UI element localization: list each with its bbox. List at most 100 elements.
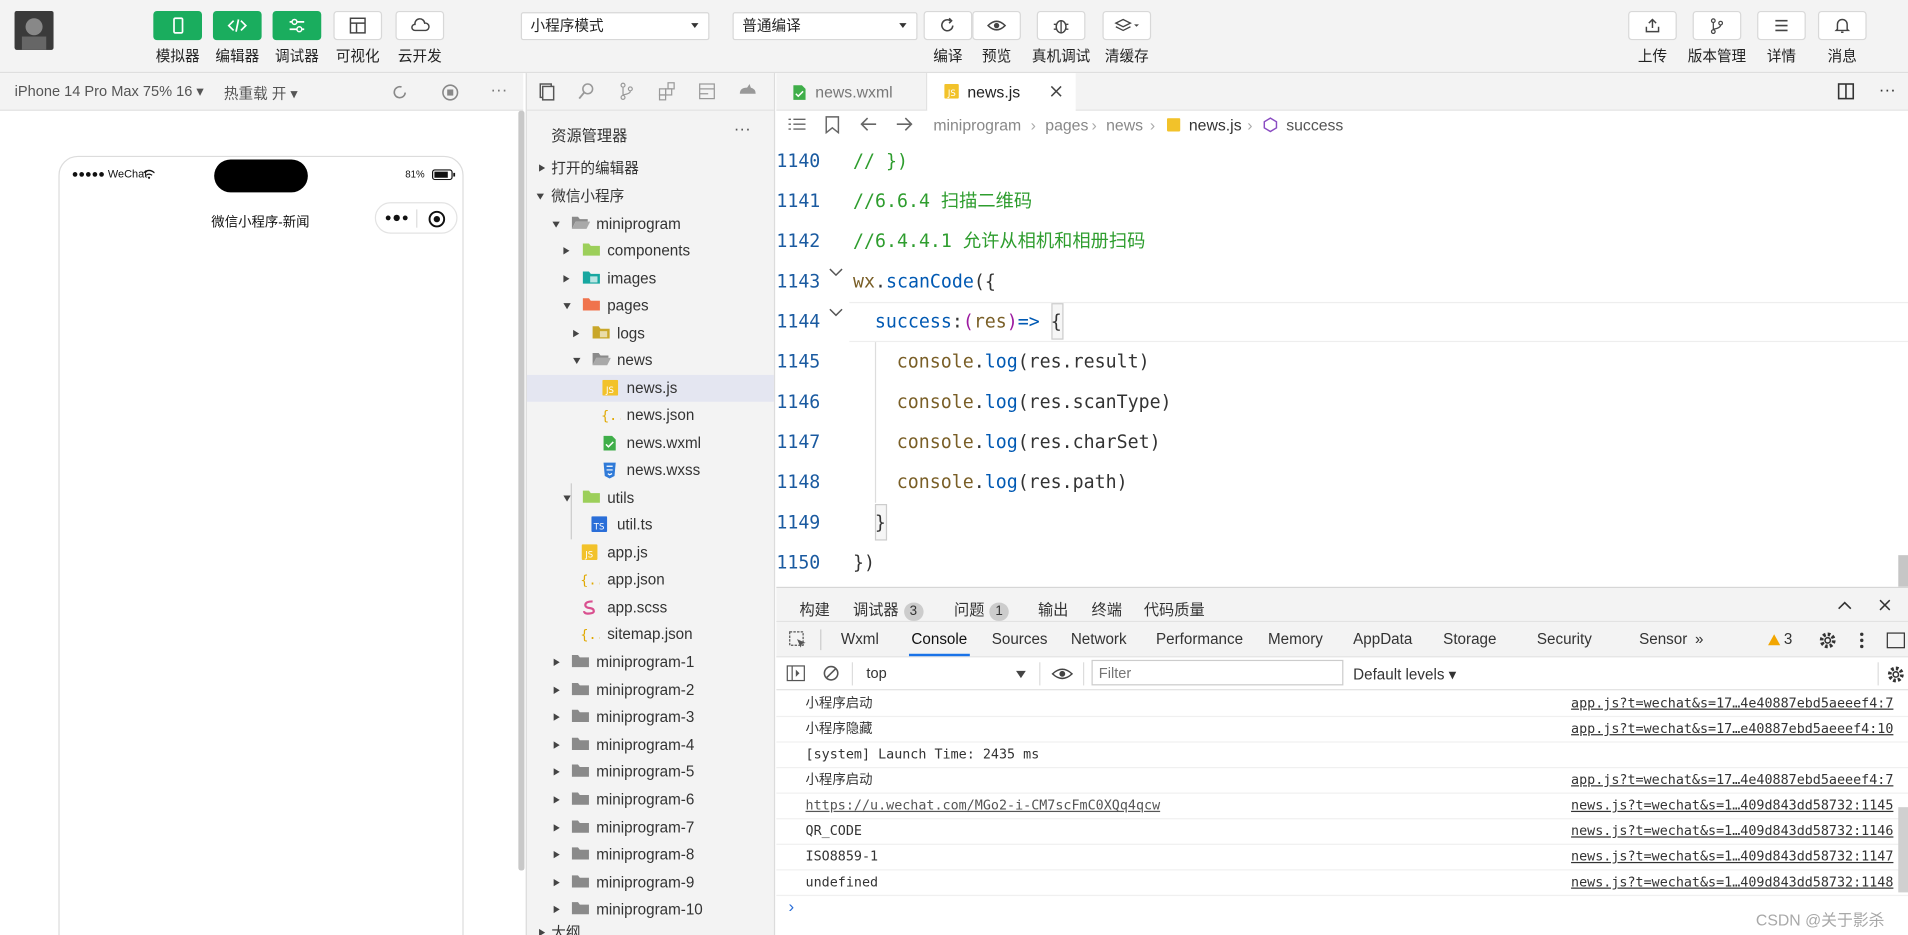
tree-folder-miniprogram-2[interactable]: miniprogram-2 — [527, 676, 774, 703]
undock-icon[interactable] — [1886, 632, 1905, 649]
tree-file-app-js[interactable]: JS app.js — [527, 539, 774, 566]
code-line[interactable]: 1142 //6.4.4.1 允许从相机和相册扫码 — [776, 222, 1908, 262]
console-scrollbar[interactable] — [1898, 807, 1908, 893]
devtools-tab-console[interactable]: Console — [908, 631, 970, 657]
devtools-tab-appdata[interactable]: AppData — [1353, 631, 1412, 648]
close-icon[interactable] — [1879, 599, 1891, 611]
devtools-tab-[interactable]: » — [1695, 631, 1703, 648]
console-source-link[interactable]: app.js?t=wechat&s=17…e40887ebd5aeeef4:10 — [1571, 717, 1893, 741]
kebab-menu-icon[interactable] — [1859, 631, 1864, 650]
fold-chevron-icon[interactable] — [829, 268, 844, 278]
section-open-editors[interactable]: 打开的编辑器 — [527, 155, 774, 182]
tab-news-wxml[interactable]: news.wxml — [776, 73, 928, 111]
inspect-icon[interactable] — [789, 631, 808, 650]
panel-tab-output[interactable]: 输出 — [1038, 597, 1068, 620]
devtools-tab-sources[interactable]: Sources — [992, 631, 1048, 648]
template-icon[interactable] — [697, 82, 716, 101]
compile-mode-select[interactable]: 普通编译 — [732, 12, 918, 41]
chevron-right-icon[interactable] — [553, 658, 560, 666]
context-select[interactable]: top — [859, 660, 1032, 687]
breadcrumb-item[interactable]: news.js — [1189, 116, 1242, 134]
arrow-forward-icon[interactable] — [896, 117, 913, 132]
console-filter-input[interactable] — [1091, 659, 1344, 686]
panel-tab-issues[interactable]: 问题 1 — [954, 597, 1009, 621]
code-line[interactable]: 1149} — [776, 503, 1908, 543]
chevron-right-icon[interactable] — [553, 906, 560, 914]
code-line[interactable]: 1144 success:(res)=> { — [776, 302, 1908, 342]
tree-folder-miniprogram-8[interactable]: miniprogram-8 — [527, 841, 774, 868]
cloud-button[interactable]: 云开发 — [395, 10, 445, 65]
code-editor[interactable]: 1140 // }) 1141 //6.6.4 扫描二维码 1142 //6.4.4.1 … — [776, 141, 1908, 587]
code-line[interactable]: 1147 console.log(res.charSet) — [776, 422, 1908, 462]
bookmark-icon[interactable] — [825, 116, 840, 134]
version-button[interactable]: 版本管理 — [1688, 10, 1746, 65]
console-source-link[interactable]: news.js?t=wechat&s=1…409d843dd58732:1145 — [1571, 794, 1893, 818]
device-select[interactable]: iPhone 14 Pro Max 75% 16 ▾ — [15, 83, 204, 100]
gear-icon[interactable] — [1886, 665, 1905, 684]
code-line[interactable]: 1140 // }) — [776, 141, 1908, 181]
tree-file-app-json[interactable]: {..} app.json — [527, 566, 774, 593]
chevron-right-icon[interactable] — [563, 275, 570, 283]
eye-icon[interactable] — [1051, 666, 1074, 682]
stop-icon[interactable] — [440, 83, 459, 102]
tree-folder-components[interactable]: components — [527, 237, 774, 264]
devtools-tab-performance[interactable]: Performance — [1156, 631, 1243, 648]
files-icon[interactable] — [537, 82, 556, 101]
outline-list-icon[interactable] — [788, 117, 806, 132]
console-source-link[interactable]: news.js?t=wechat&s=1…409d843dd58732:1147 — [1571, 845, 1893, 869]
more-icon[interactable] — [385, 213, 409, 223]
search-icon[interactable] — [577, 82, 596, 101]
details-button[interactable]: 详情 — [1757, 10, 1806, 65]
devtools-tab-sensor[interactable]: Sensor — [1639, 631, 1687, 648]
tree-folder-utils[interactable]: utils — [527, 485, 774, 512]
log-levels-select[interactable]: Default levels ▾ — [1353, 665, 1456, 683]
chevron-right-icon[interactable] — [553, 851, 560, 859]
chevron-right-icon[interactable] — [553, 713, 560, 721]
split-editor-icon[interactable] — [1837, 83, 1855, 100]
sidebar-toggle-icon[interactable] — [786, 665, 805, 682]
devtools-tab-network[interactable]: Network — [1071, 631, 1127, 648]
rotate-icon[interactable] — [391, 83, 410, 102]
code-line[interactable]: 1150}) — [776, 543, 1908, 583]
tree-folder-miniprogram-6[interactable]: miniprogram-6 — [527, 786, 774, 813]
more-icon[interactable]: ··· — [490, 79, 507, 98]
tree-file-news-js[interactable]: JS news.js — [526, 374, 774, 402]
devtools-tab-security[interactable]: Security — [1537, 631, 1592, 648]
warning-count[interactable]: 3 — [1784, 631, 1792, 648]
chevron-up-icon[interactable] — [1837, 600, 1852, 610]
chevron-down-icon[interactable] — [563, 495, 571, 502]
breadcrumb-item[interactable]: pages — [1045, 116, 1088, 134]
close-icon[interactable] — [1050, 85, 1062, 97]
close-miniprogram-icon[interactable] — [427, 209, 446, 228]
upload-button[interactable]: 上传 — [1628, 10, 1677, 65]
arrow-back-icon[interactable] — [860, 117, 877, 132]
code-line[interactable]: 1145 console.log(res.result) — [776, 342, 1908, 382]
console-source-link[interactable]: news.js?t=wechat&s=1…409d843dd58732:1146 — [1571, 819, 1893, 843]
clear-cache-button[interactable]: 清缓存 — [1102, 10, 1152, 65]
breadcrumb-item[interactable]: news — [1106, 116, 1143, 134]
chevron-right-icon[interactable] — [563, 247, 570, 255]
messages-button[interactable]: 消息 — [1817, 10, 1867, 65]
console-source-link[interactable]: news.js?t=wechat&s=1…409d843dd58732:1148 — [1571, 870, 1893, 894]
chevron-right-icon[interactable] — [553, 686, 560, 694]
code-line[interactable]: 1146 console.log(res.scanType) — [776, 382, 1908, 422]
preview-button[interactable]: 预览 — [972, 10, 1021, 65]
tree-folder-news[interactable]: news — [527, 347, 774, 374]
tree-file-news-wxml[interactable]: news.wxml — [527, 430, 774, 457]
code-line[interactable]: 1143 wx.scanCode({ — [776, 262, 1908, 302]
breadcrumb-item[interactable]: miniprogram — [933, 116, 1021, 134]
tree-file-sitemap-json[interactable]: {..} sitemap.json — [527, 621, 774, 648]
compile-button[interactable]: 编译 — [923, 10, 973, 65]
tree-folder-miniprogram-1[interactable]: miniprogram-1 — [527, 649, 774, 676]
cloud-dev-icon[interactable] — [736, 82, 758, 101]
avatar[interactable] — [14, 10, 54, 50]
panel-splitter[interactable] — [518, 110, 525, 871]
tree-folder-miniprogram-5[interactable]: miniprogram-5 — [527, 759, 774, 786]
tree-folder-logs[interactable]: logs — [527, 320, 774, 347]
gear-icon[interactable] — [1818, 631, 1837, 650]
more-icon[interactable]: ··· — [734, 118, 751, 137]
tree-file-news-wxss[interactable]: news.wxss — [527, 457, 774, 484]
tree-folder-images[interactable]: images — [527, 265, 774, 292]
chevron-right-icon[interactable] — [553, 878, 560, 887]
fold-chevron-icon[interactable] — [829, 308, 844, 318]
